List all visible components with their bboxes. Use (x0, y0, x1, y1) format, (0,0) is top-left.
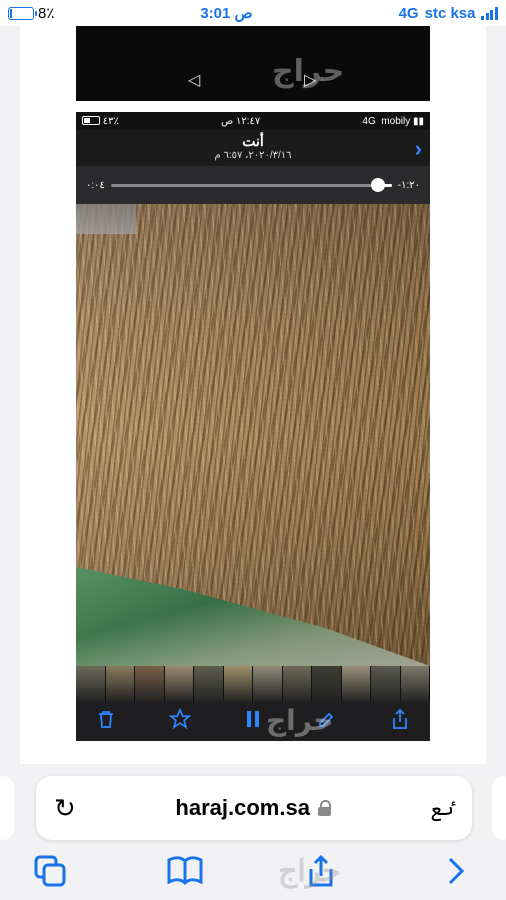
inner-battery-text: ٤٣٪ (102, 115, 119, 127)
thumbnail[interactable] (371, 666, 401, 702)
thumbnail[interactable] (341, 666, 371, 702)
thumbnail[interactable] (164, 666, 194, 702)
battery-fill (10, 8, 12, 18)
screenshot-image[interactable]: ٤٣٪ ١٢:٤٧ ص 4G mobily ▮▮ أنت ٢٠٢٠/٣/١٦، … (76, 112, 430, 741)
address-bar-area: ↻ haraj.com.sa ٸع (0, 768, 506, 848)
thumbnail[interactable] (135, 666, 165, 702)
inner-photo-header: أنت ٢٠٢٠/٣/١٦، ٦:٥٧ م › (76, 130, 430, 166)
scrubber-track[interactable] (110, 177, 392, 192)
reader-options-button[interactable]: ٸع (431, 796, 454, 821)
network-type: 4G (398, 4, 419, 22)
inner-status-bar: ٤٣٪ ١٢:٤٧ ص 4G mobily ▮▮ (76, 112, 430, 130)
forward-icon[interactable] (436, 856, 476, 893)
battery-group: 8٪ (8, 4, 54, 22)
share-icon[interactable] (388, 708, 412, 735)
photo-toolbar: حراج (76, 702, 430, 741)
inner-battery-icon (82, 116, 100, 126)
inner-network: 4G (362, 115, 376, 127)
pause-icon[interactable] (241, 710, 265, 733)
haraj-watermark: حراج (278, 855, 341, 888)
carrier-name: stc ksa (424, 4, 476, 22)
elapsed-time: ٠:٠٤ (86, 179, 105, 191)
address-bar[interactable]: ↻ haraj.com.sa ٸع (36, 776, 472, 840)
photo-shade (76, 204, 430, 666)
previous-tab-edge[interactable] (0, 776, 14, 840)
dry-grass-photo (76, 204, 430, 666)
inner-title: أنت (242, 133, 264, 149)
web-content: ◁ ▷ حراج ٤٣٪ ١٢:٤٧ ص 4G mobily ▮▮ أنت ٢٠… (20, 26, 486, 764)
thumbnail[interactable] (312, 666, 342, 702)
bottom-toolbar: حراج (0, 848, 506, 900)
tabs-icon[interactable] (30, 854, 70, 895)
thumbnail[interactable] (76, 666, 106, 702)
thumbnail[interactable] (105, 666, 135, 702)
star-icon[interactable] (168, 707, 192, 735)
status-bar: 8٪ 3:01 ص 4G stc ksa (0, 0, 506, 26)
signal-icon (481, 6, 498, 20)
trash-icon[interactable] (94, 709, 118, 734)
scrubber-knob[interactable] (370, 177, 385, 192)
previous-icon[interactable]: ◁ (188, 70, 200, 90)
thumbnail[interactable] (253, 666, 283, 702)
inner-date: ٢٠٢٠/٣/١٦، ٦:٥٧ م (214, 150, 292, 161)
haraj-watermark: حراج (272, 54, 345, 89)
inner-carrier: 4G mobily ▮▮ (362, 115, 424, 127)
clock: 3:01 ص (200, 5, 253, 22)
video-scrubber[interactable]: ٠:٠٤ -١:٢٠ (76, 166, 430, 204)
reload-icon[interactable]: ↻ (54, 793, 76, 824)
inner-clock: ١٢:٤٧ ص (221, 115, 261, 127)
lock-icon (317, 800, 331, 816)
thumbnail[interactable] (194, 666, 224, 702)
url-display[interactable]: haraj.com.sa (175, 795, 331, 821)
inner-battery: ٤٣٪ (82, 116, 119, 127)
chevron-right-icon[interactable]: › (415, 136, 422, 162)
bookmarks-icon[interactable] (165, 855, 205, 893)
thumbnail-strip[interactable] (76, 666, 430, 702)
video-player-top[interactable]: ◁ ▷ حراج (76, 26, 430, 101)
haraj-watermark: حراج (266, 704, 334, 737)
battery-percent: 8٪ (38, 5, 55, 22)
thumbnail[interactable] (400, 666, 430, 702)
battery-icon (8, 6, 37, 20)
url-text: haraj.com.sa (175, 795, 310, 820)
thumbnail[interactable] (282, 666, 312, 702)
next-tab-edge[interactable] (492, 776, 506, 840)
thumbnail[interactable] (223, 666, 253, 702)
inner-carrier-name: mobily (381, 115, 411, 127)
carrier-group: 4G stc ksa (399, 5, 498, 22)
remaining-time: -١:٢٠ (397, 179, 420, 191)
screen: 8٪ 3:01 ص 4G stc ksa ◁ ▷ حراج ٤٣٪ ١٢:٤٧ … (0, 0, 506, 900)
